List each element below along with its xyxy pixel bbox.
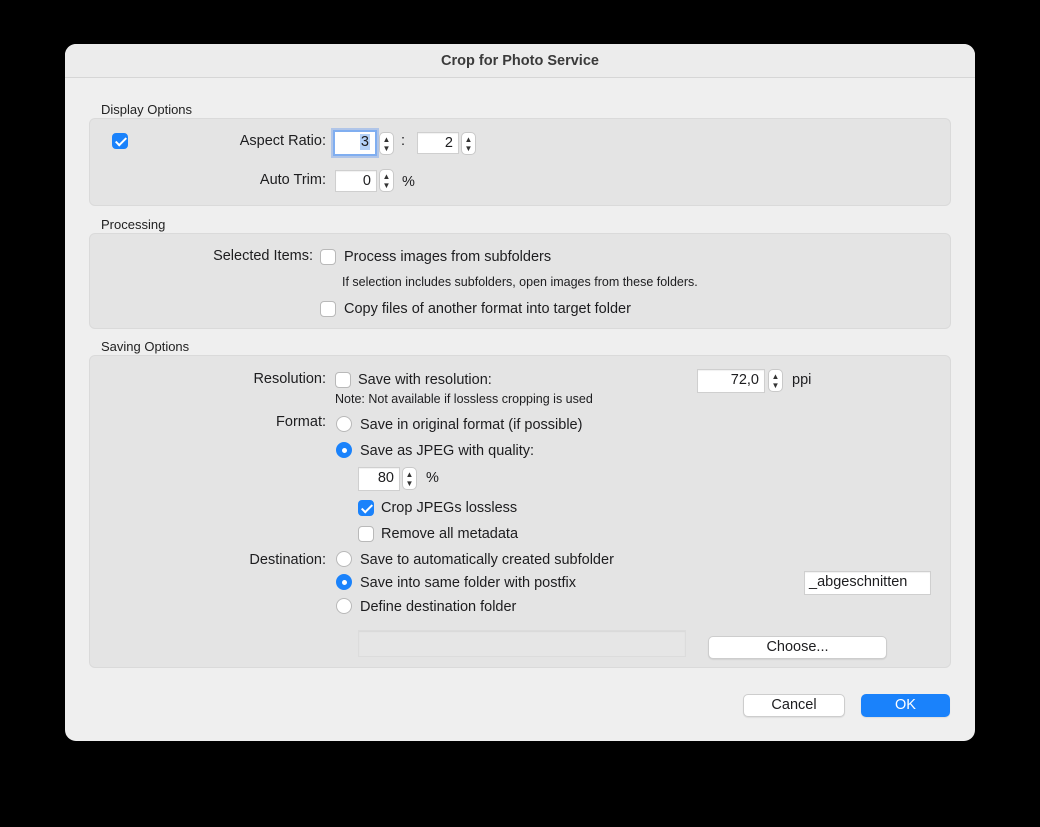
selected-items-label: Selected Items: — [213, 248, 313, 264]
stepper-up-icon: ▲ — [464, 134, 473, 144]
copy-files-checkbox[interactable] — [320, 301, 336, 317]
remove-metadata-checkbox[interactable] — [358, 526, 374, 542]
display-options-section-label: Display Options — [101, 102, 193, 117]
stepper-up-icon: ▲ — [382, 171, 391, 181]
destination-label: Destination: — [249, 552, 326, 568]
stepper-down-icon: ▼ — [464, 143, 473, 153]
dest-auto-subfolder-label: Save to automatically created subfolder — [360, 552, 614, 568]
save-with-resolution-checkbox[interactable] — [335, 372, 351, 388]
subfolders-hint: If selection includes subfolders, open i… — [342, 275, 698, 289]
auto-trim-unit: % — [402, 174, 415, 190]
crop-lossless-label: Crop JPEGs lossless — [381, 500, 518, 516]
format-jpeg-label: Save as JPEG with quality: — [360, 443, 535, 459]
format-label: Format: — [276, 414, 326, 430]
dialog-title: Crop for Photo Service — [65, 44, 975, 78]
saving-options-section-label: Saving Options — [101, 339, 190, 354]
stepper-up-icon: ▲ — [405, 469, 414, 479]
save-with-resolution-label: Save with resolution: — [358, 372, 492, 388]
dest-auto-subfolder-radio[interactable] — [336, 551, 352, 567]
auto-trim-stepper[interactable]: ▲ ▼ — [379, 169, 394, 192]
aspect-ratio-height-stepper[interactable]: ▲ ▼ — [461, 132, 476, 155]
ok-button[interactable]: OK — [861, 694, 950, 717]
crop-dialog-window: Crop for Photo Service Display Options A… — [65, 44, 975, 741]
auto-trim-label: Auto Trim: — [259, 172, 326, 188]
dest-define-folder-radio[interactable] — [336, 598, 352, 614]
format-original-label: Save in original format (if possible) — [360, 417, 583, 433]
resolution-note: Note: Not available if lossless cropping… — [335, 392, 593, 406]
crop-lossless-checkbox[interactable] — [358, 500, 374, 516]
dest-define-folder-label: Define destination folder — [360, 599, 517, 615]
cancel-button[interactable]: Cancel — [743, 694, 845, 717]
stepper-down-icon: ▼ — [771, 380, 780, 390]
jpeg-quality-stepper[interactable]: ▲ ▼ — [402, 467, 417, 490]
resolution-unit: ppi — [792, 372, 812, 388]
jpeg-quality-input[interactable]: 80 — [358, 467, 400, 491]
jpeg-quality-unit: % — [426, 470, 439, 486]
auto-trim-input[interactable]: 0 — [335, 170, 377, 192]
stepper-up-icon: ▲ — [771, 371, 780, 381]
dest-same-folder-radio[interactable] — [336, 574, 352, 590]
aspect-ratio-label: Aspect Ratio: — [239, 133, 326, 149]
stepper-up-icon: ▲ — [382, 134, 391, 144]
stepper-down-icon: ▼ — [382, 143, 391, 153]
process-subfolders-checkbox[interactable] — [320, 249, 336, 265]
stepper-down-icon: ▼ — [405, 478, 414, 488]
resolution-input[interactable]: 72,0 — [697, 369, 765, 393]
stepper-down-icon: ▼ — [382, 180, 391, 190]
resolution-label: Resolution: — [253, 371, 326, 387]
aspect-ratio-width-stepper[interactable]: ▲ ▼ — [379, 132, 394, 155]
copy-files-label: Copy files of another format into target… — [344, 301, 631, 317]
resolution-stepper[interactable]: ▲ ▼ — [768, 369, 783, 392]
format-jpeg-radio[interactable] — [336, 442, 352, 458]
postfix-input[interactable]: _abgeschnitten — [804, 571, 931, 595]
ratio-separator: : — [401, 133, 406, 149]
destination-path-field — [358, 630, 686, 657]
process-subfolders-label: Process images from subfolders — [344, 249, 552, 265]
processing-section-label: Processing — [101, 217, 166, 232]
choose-button[interactable]: Choose... — [708, 636, 887, 659]
aspect-ratio-height-input[interactable]: 2 — [417, 132, 459, 154]
dest-same-folder-label: Save into same folder with postfix — [360, 575, 576, 591]
aspect-ratio-width-input[interactable]: 3 — [333, 130, 377, 156]
display-options-enable-checkbox[interactable] — [112, 133, 128, 149]
format-original-radio[interactable] — [336, 416, 352, 432]
remove-metadata-label: Remove all metadata — [381, 526, 519, 542]
aspect-ratio-width-value: 3 — [359, 134, 370, 150]
display-options-group — [89, 118, 951, 206]
